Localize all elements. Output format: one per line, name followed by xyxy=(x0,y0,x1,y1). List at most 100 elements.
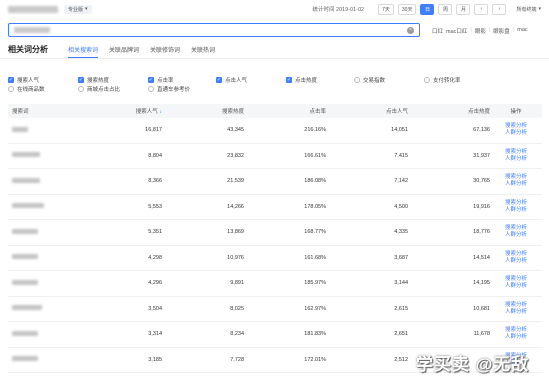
click-rate-cell: 162.97% xyxy=(304,305,326,312)
operation-cell: 搜索分析 人群分析 xyxy=(490,174,542,188)
crowd-analysis-link[interactable]: 人群分析 xyxy=(490,232,542,239)
crowd-analysis-link[interactable]: 人群分析 xyxy=(490,283,542,290)
col-click-popularity[interactable]: 点击人气 xyxy=(326,107,408,115)
search-analysis-link[interactable]: 搜索分析 xyxy=(490,251,542,258)
metric-label: 在线商品数 xyxy=(17,87,45,93)
operation-cell: 搜索分析 人群分析 xyxy=(490,123,542,137)
col-keyword: 搜索词 xyxy=(12,109,29,115)
search-input[interactable] xyxy=(50,27,407,33)
range-day-button[interactable]: 日 xyxy=(420,3,435,15)
crowd-analysis-link[interactable]: 人群分析 xyxy=(490,258,542,265)
col-label: 搜索人气 xyxy=(135,109,158,115)
section-title: 相关词分析 xyxy=(8,45,48,54)
checkbox-icon[interactable] xyxy=(8,86,14,92)
search-popularity-cell: 3,504 xyxy=(148,305,162,312)
range-7d-button[interactable]: 7天 xyxy=(378,3,394,15)
click-heat-cell: 31,937 xyxy=(473,152,490,159)
col-click-heat[interactable]: 点击热度 xyxy=(408,107,490,115)
separator: | xyxy=(488,27,491,33)
separator: | xyxy=(512,27,515,33)
table-row: 3,314 8,234 181.83% 2,651 11,678 搜索分析 人群分析 xyxy=(8,322,542,348)
crowd-analysis-link[interactable]: 人群分析 xyxy=(490,334,542,341)
close-circle-icon[interactable]: × xyxy=(407,26,414,34)
crowd-analysis-link[interactable]: 人群分析 xyxy=(490,130,542,137)
related-suggestions: 口红 mac口红 | 眼影 | 眼影盘 | mac xyxy=(432,27,528,35)
checkbox-icon[interactable]: ✓ xyxy=(216,77,222,83)
checkbox-icon[interactable] xyxy=(148,86,154,92)
metric-label: 搜索人气 xyxy=(17,78,40,84)
table-row: 3,504 8,025 162.97% 2,615 10,681 搜索分析 人群分析 xyxy=(8,297,542,322)
crowd-analysis-link[interactable]: 人群分析 xyxy=(490,309,542,316)
channel-select[interactable]: 所有终端 ▾ xyxy=(516,6,541,13)
click-rate-cell: 216.16% xyxy=(304,127,326,134)
search-popularity-cell: 3,185 xyxy=(148,356,162,363)
metric-click-heat[interactable]: ✓ 点击热度 xyxy=(286,76,317,84)
analysis-tabs: 相关搜索词 关联品牌词 关联修饰词 关联热词 xyxy=(68,45,215,58)
metric-ztc-price[interactable]: 直通车参考价 xyxy=(148,85,190,93)
search-popularity-cell: 5,351 xyxy=(148,229,162,236)
col-click-rate[interactable]: 点击率 xyxy=(244,107,326,115)
keyword-blurred xyxy=(12,152,40,158)
keyword-cell xyxy=(8,330,98,338)
operation-cell: 搜索分析 人群分析 xyxy=(490,276,542,290)
metric-trade-index[interactable]: 交易指数 xyxy=(354,76,385,84)
crowd-analysis-link[interactable]: 人群分析 xyxy=(490,181,542,188)
tab-modifier-words[interactable]: 关联修饰词 xyxy=(150,45,180,58)
chevron-left-icon[interactable]: ‹ xyxy=(474,3,489,15)
checkbox-icon[interactable] xyxy=(78,86,84,92)
checkbox-icon[interactable]: ✓ xyxy=(286,77,292,83)
suggestion-mac[interactable]: mac xyxy=(517,27,527,35)
col-search-popularity[interactable]: 搜索人气 ↓ xyxy=(98,107,162,115)
chevron-right-icon[interactable]: › xyxy=(492,3,507,15)
crowd-analysis-link[interactable]: 人群分析 xyxy=(490,207,542,214)
checkbox-icon[interactable]: ✓ xyxy=(148,77,154,83)
checkbox-icon[interactable]: ✓ xyxy=(78,77,84,83)
range-week-button[interactable]: 周 xyxy=(438,3,453,15)
keyword-search-box[interactable]: × xyxy=(8,23,420,37)
tab-brand-words[interactable]: 关联品牌词 xyxy=(109,45,139,58)
click-popularity-cell: 2,615 xyxy=(394,305,408,312)
keyword-cell xyxy=(8,356,98,363)
range-30d-button[interactable]: 30天 xyxy=(397,3,417,15)
click-heat-cell: 14,195 xyxy=(473,280,490,287)
checkbox-icon[interactable] xyxy=(424,77,430,83)
suggestion-yanyingpan[interactable]: 眼影盘 xyxy=(493,27,510,35)
metric-click-rate[interactable]: ✓ 点击率 xyxy=(148,76,174,84)
click-rate-cell: 186.08% xyxy=(304,178,326,185)
suggestion-kouhong[interactable]: 口红 xyxy=(432,27,443,35)
tab-hot-words[interactable]: 关联热词 xyxy=(191,45,215,58)
keyword-table: 搜索词 搜索人气 ↓ 搜索热度 点击率 点击人气 点击热度 操作 16,817 4… xyxy=(8,104,542,373)
suggestion-mac-kouhong[interactable]: mac口红 xyxy=(446,27,467,35)
table-row: 8,804 23,832 166.61% 7,415 31,937 搜索分析 人群分析 xyxy=(8,144,542,169)
metric-search-popularity[interactable]: ✓ 搜索人气 xyxy=(8,76,39,84)
separator: | xyxy=(470,27,472,33)
col-operation: 操作 xyxy=(510,109,522,115)
search-popularity-cell: 8,366 xyxy=(148,178,162,185)
metric-online-items[interactable]: 在线商品数 xyxy=(8,85,45,93)
metric-click-popularity[interactable]: ✓ 点击人气 xyxy=(216,76,247,84)
keyword-cell xyxy=(8,305,98,312)
search-analysis-link[interactable]: 搜索分析 xyxy=(490,200,542,207)
range-month-button[interactable]: 月 xyxy=(456,3,471,15)
click-popularity-cell: 2,651 xyxy=(394,331,408,338)
search-analysis-link[interactable]: 搜索分析 xyxy=(490,302,542,309)
suggestion-yanying[interactable]: 眼影 xyxy=(475,27,486,35)
top-bar: 专业版 ▾ 统计时间 2019-01-02 7天 30天 日 周 月 ‹ › 所… xyxy=(0,0,549,18)
operation-cell: 搜索分析 人群分析 xyxy=(490,200,542,214)
col-search-heat[interactable]: 搜索热度 xyxy=(162,107,244,115)
keyword-cell xyxy=(8,279,98,287)
search-analysis-link[interactable]: 搜索分析 xyxy=(490,149,542,156)
checkbox-icon[interactable] xyxy=(354,77,360,83)
click-rate-cell: 178.05% xyxy=(304,203,326,210)
tab-related-search[interactable]: 相关搜索词 xyxy=(68,45,99,58)
checkbox-icon[interactable]: ✓ xyxy=(8,77,14,83)
crowd-analysis-link[interactable]: 人群分析 xyxy=(490,156,542,163)
metric-label: 点击率 xyxy=(157,78,174,84)
pro-badge[interactable]: 专业版 ▾ xyxy=(64,4,92,14)
metric-pay-conversion[interactable]: 支付转化率 xyxy=(424,76,461,84)
metric-label: 直通车参考价 xyxy=(157,87,191,93)
keyword-blurred xyxy=(12,228,38,234)
metric-search-heat[interactable]: ✓ 搜索热度 xyxy=(78,76,109,84)
metric-mall-click-share[interactable]: 商城点击占比 xyxy=(78,85,120,93)
keyword-blurred xyxy=(12,203,44,209)
